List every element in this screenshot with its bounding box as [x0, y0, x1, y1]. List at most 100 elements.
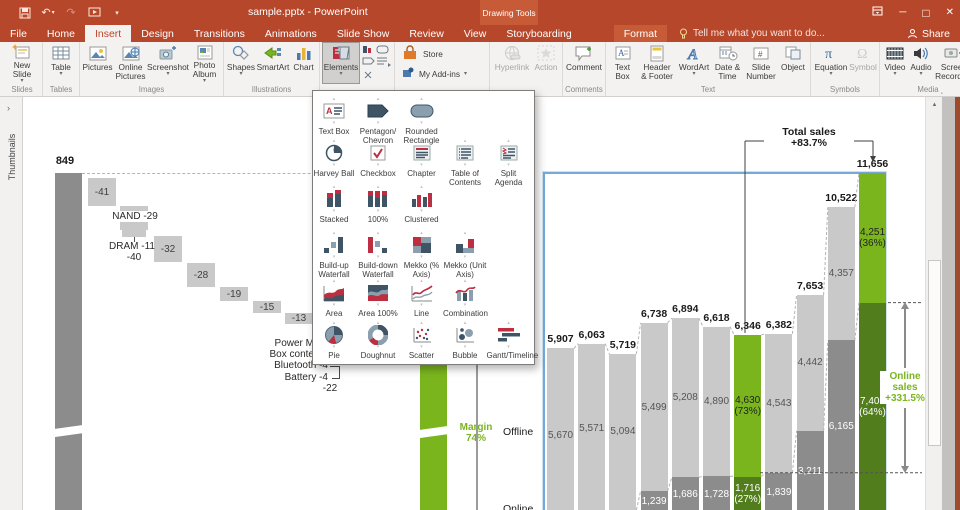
photo-album-button[interactable]: Photo Album ▾: [188, 42, 221, 84]
tab-review[interactable]: Review: [399, 25, 453, 42]
store-icon: [401, 45, 419, 63]
dropdown-item-area-100[interactable]: ▴ ▾ Area 100%: [356, 279, 400, 319]
chart-axis-line: [476, 363, 478, 510]
date-time-button[interactable]: Date & Time: [711, 42, 744, 84]
spin-down-icon: ▾: [463, 254, 467, 260]
wordart-button[interactable]: A WordArt ▾: [677, 42, 711, 84]
new-slide-button[interactable]: New Slide ▾: [4, 42, 40, 84]
dropdown-item-split-agenda[interactable]: ▴ ▾ Split Agenda: [487, 139, 531, 188]
waterfall-start-bar: [55, 173, 82, 510]
tab-view[interactable]: View: [454, 25, 497, 42]
waterfall-step: -28: [187, 263, 215, 287]
dropdown-item-mekko-axis[interactable]: ▴ ▾ Mekko (% Axis): [400, 231, 444, 280]
dropdown-item-build-up-waterfall[interactable]: ▴ ▾ Build-up Waterfall: [312, 231, 356, 280]
waterfall-step: -41: [88, 178, 116, 206]
my-addins-button[interactable]: My Add-ins ▾: [401, 66, 487, 81]
dropdown-item-area[interactable]: ▴ ▾ Area: [312, 279, 356, 318]
dd-wf-down-icon: [356, 235, 400, 255]
close-button[interactable]: ✕: [946, 7, 954, 18]
scroll-up-icon[interactable]: ▲: [926, 97, 943, 113]
dropdown-item-bubble[interactable]: ▴ ▾ Bubble: [443, 321, 487, 361]
arrow-line: [904, 308, 906, 368]
tab-design[interactable]: Design: [131, 25, 184, 42]
new-slide-label: New Slide: [12, 60, 32, 79]
symbol-button[interactable]: Ω Symbol: [849, 42, 877, 84]
online-pictures-button[interactable]: Online Pictures: [113, 42, 148, 84]
tab-file[interactable]: File: [0, 25, 37, 42]
dropdown-item-clustered[interactable]: ▴ ▾ Clustered: [400, 185, 444, 225]
thumbnails-pane-label: Thumbnails: [7, 133, 17, 181]
minimize-button[interactable]: ─: [899, 7, 906, 18]
dropdown-item-gantt-timeline[interactable]: ▴ ▾ Gantt/Timeline: [487, 321, 539, 361]
undo-button[interactable]: ↶ ▾: [41, 6, 55, 20]
tab-insert[interactable]: Insert: [84, 25, 132, 42]
dropdown-item-build-down-waterfall[interactable]: ▴ ▾ Build-down Waterfall: [356, 231, 400, 280]
dropdown-item-scatter[interactable]: ▴ ▾ Scatter: [400, 321, 444, 361]
store-button[interactable]: Store: [401, 45, 487, 63]
collapse-ribbon-icon[interactable]: ˛: [941, 85, 944, 94]
group-label-text: Text: [700, 85, 716, 94]
text-box-button[interactable]: A Text Box: [608, 42, 637, 84]
smartart-button[interactable]: SmartArt: [256, 42, 290, 84]
ribbon-group-illustrations: Shapes ▾ SmartArt Chart Illustrations: [224, 42, 320, 96]
comment-icon: [574, 43, 594, 63]
tab-animations[interactable]: Animations: [255, 25, 327, 42]
thumbnails-pane-collapsed[interactable]: › Thumbnails: [0, 97, 23, 510]
slide-number-button[interactable]: # Slide Number: [744, 42, 778, 84]
share-button[interactable]: Share: [907, 25, 960, 42]
header-footer-button[interactable]: Header & Footer: [637, 42, 677, 84]
comment-label: Comment: [566, 62, 602, 72]
tell-me-box[interactable]: Tell me what you want to do...: [679, 25, 825, 42]
customize-qat-button[interactable]: ▾: [110, 6, 124, 20]
dropdown-item-mekko-unit-axis[interactable]: ▴ ▾ Mekko (Unit Axis): [443, 231, 487, 280]
equation-button[interactable]: π Equation ▾: [813, 42, 849, 84]
dropdown-item-checkbox[interactable]: ▴ ▾ Checkbox: [356, 139, 400, 179]
video-button[interactable]: Video ▾: [882, 42, 908, 84]
save-button[interactable]: [18, 6, 32, 20]
dropdown-item-100[interactable]: ▴ ▾ 100%: [356, 185, 400, 225]
thinkcell-mini-tools[interactable]: [360, 42, 392, 84]
dropdown-item-combination[interactable]: ▴ ▾ Combination: [443, 279, 488, 319]
dropdown-item-harvey-ball[interactable]: ▴ ▾ Harvey Ball: [312, 139, 356, 179]
dropdown-item-table-of-contents[interactable]: ▴ ▾ Table of Contents: [443, 139, 487, 188]
dropdown-item-stacked[interactable]: ▴ ▾ Stacked: [312, 185, 356, 225]
scrollbar-thumb[interactable]: [927, 260, 941, 446]
shapes-button[interactable]: Shapes ▾: [226, 42, 256, 84]
tab-storyboarding[interactable]: Storyboarding: [496, 25, 581, 42]
dropdown-item-text-box[interactable]: ▴ A ▾ Text Box: [312, 97, 356, 137]
dropdown-item-doughnut[interactable]: ▴ ▾ Doughnut: [356, 321, 400, 361]
audio-button[interactable]: Audio ▾: [908, 42, 934, 84]
pie-label: Pie: [328, 351, 340, 360]
screenshot-button[interactable]: Screenshot ▾: [147, 42, 189, 84]
dropdown-caret-icon: ▾: [239, 71, 243, 77]
pictures-button[interactable]: Pictures: [82, 42, 113, 84]
ribbon-group-images: Pictures Online Pictures Screenshot ▾ Photo …: [80, 42, 224, 96]
dropdown-item-chapter[interactable]: ▴ ▾ Chapter: [400, 139, 444, 179]
table-button[interactable]: Table ▾: [45, 42, 77, 84]
start-slideshow-button[interactable]: [87, 6, 101, 20]
dropdown-item-pie[interactable]: ▴ ▾ Pie: [312, 321, 356, 360]
elements-button[interactable]: Elements ▾: [322, 42, 360, 84]
tab-home[interactable]: Home: [37, 25, 85, 42]
screen-recording-button[interactable]: Screen Recording: [934, 42, 960, 84]
action-button[interactable]: Action: [532, 42, 560, 84]
expand-thumbnails-icon[interactable]: ›: [7, 103, 10, 113]
build-down-waterfall-label: Build-down Waterfall: [358, 261, 398, 279]
tab-slide-show[interactable]: Slide Show: [327, 25, 400, 42]
video-icon: [885, 43, 905, 63]
dropdown-item-line[interactable]: ▴ ▾ Line: [400, 279, 444, 318]
waterfall-start-value: 849: [55, 155, 75, 167]
hyperlink-button[interactable]: Hyperlink: [492, 42, 532, 84]
chart-button[interactable]: Chart: [290, 42, 317, 84]
tab-format[interactable]: Format: [613, 25, 667, 42]
tab-transitions[interactable]: Transitions: [184, 25, 255, 42]
comment-button[interactable]: Comment: [565, 42, 603, 84]
redo-button[interactable]: ↷: [64, 6, 78, 20]
dd-pie-icon: [312, 325, 356, 345]
maximize-button[interactable]: □: [922, 6, 929, 20]
object-button[interactable]: Object: [778, 42, 808, 84]
vertical-scrollbar[interactable]: ▲: [925, 97, 943, 510]
spin-down-icon: ▾: [376, 162, 380, 168]
screenshot-icon: [158, 43, 178, 63]
ribbon-display-options-button[interactable]: [872, 6, 883, 19]
